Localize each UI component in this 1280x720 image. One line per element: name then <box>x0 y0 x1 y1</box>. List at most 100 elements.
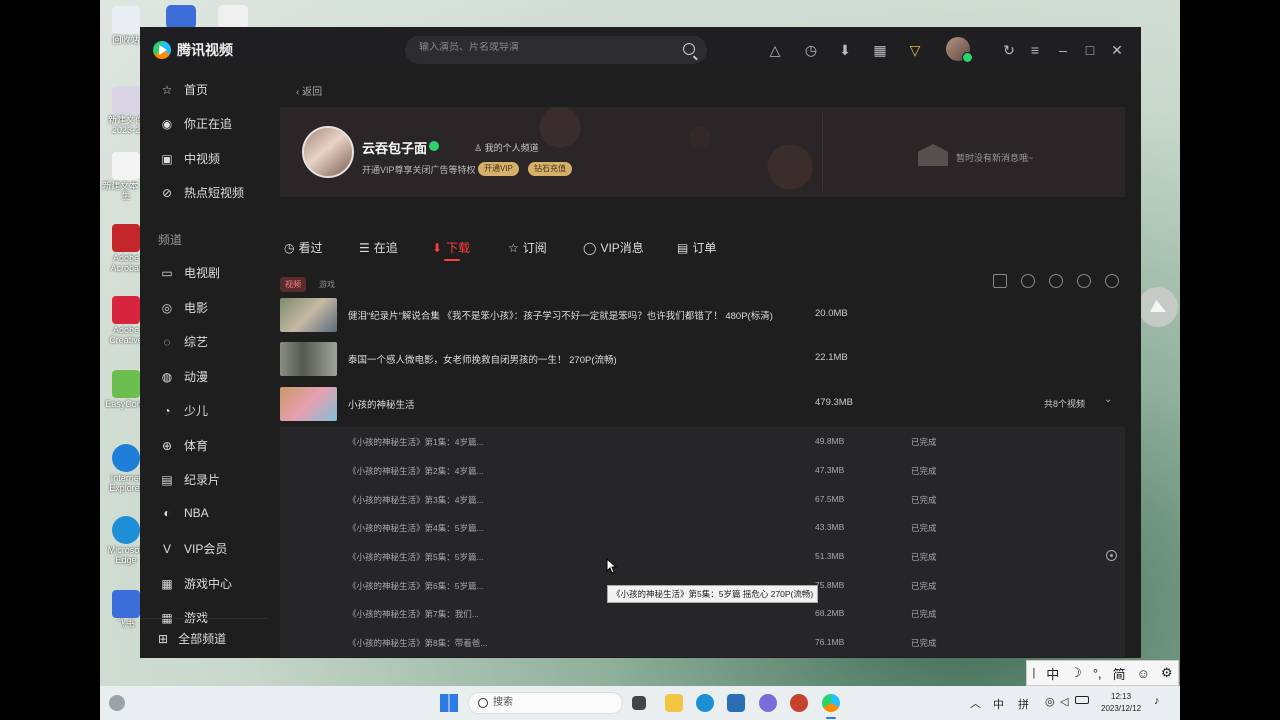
clock-time: 12:13 <box>1111 692 1132 701</box>
tab-orders[interactable]: ▤ 订单 <box>677 239 716 256</box>
file-explorer-icon[interactable] <box>665 694 683 712</box>
start-button-icon[interactable] <box>440 694 458 712</box>
sidebar-item-variety[interactable]: ◌ 综艺 <box>160 333 208 350</box>
store-icon[interactable] <box>727 694 745 712</box>
close-icon[interactable]: ✕ <box>1108 41 1126 59</box>
chevron-down-icon[interactable]: ⌄ <box>1104 394 1112 405</box>
back-link[interactable]: ‹ 返回 <box>296 83 322 98</box>
episode-row[interactable]: 《小孩的神秘生活》第7集：我们... 68.2MB 已完成 <box>280 599 1125 628</box>
back-label: 返回 <box>302 87 323 98</box>
sub-tab-game[interactable]: 游戏 <box>314 277 340 292</box>
tray-pinyin[interactable]: 拼 <box>1018 696 1029 712</box>
battery-icon[interactable] <box>1075 696 1089 704</box>
my-channel-link[interactable]: ♙ 我的个人频道 <box>474 141 539 154</box>
episode-row[interactable]: 《小孩的神秘生活》第1集：4岁篇... 49.8MB 已完成 <box>280 427 1125 456</box>
tab-following[interactable]: ☰ 在追 <box>359 239 398 256</box>
vip-diamond-icon[interactable]: ▽ <box>906 41 924 59</box>
sidebar-item-label: 首页 <box>184 83 209 97</box>
gamepad-icon[interactable]: ▦ <box>871 41 889 59</box>
sidebar-item-home[interactable]: ☆ 首页 <box>160 81 208 98</box>
download-icon[interactable]: ⬇ <box>836 41 854 59</box>
download-item[interactable]: 健泪“纪录片”解说合集 《我不是笨小孩》：孩子学习不好一定就是笨吗？也许我们都错… <box>280 293 1125 337</box>
sidebar-item-following[interactable]: ◉ 你正在追 <box>160 115 232 132</box>
start-all-icon[interactable] <box>1049 274 1063 288</box>
vip-tip-text: 开通VIP尊享关闭广告等特权 <box>362 165 476 175</box>
tab-vip-message[interactable]: ◯ VIP消息 <box>583 239 644 256</box>
taskbar-pinned-app-icon[interactable] <box>166 5 196 29</box>
notification-bell-icon[interactable]: ♪ <box>1154 695 1160 707</box>
play-icon[interactable] <box>1106 550 1117 561</box>
menu-icon[interactable]: ≡ <box>1026 41 1044 59</box>
sidebar-item-hot-short-video[interactable]: ⊘ 热点短视频 <box>160 184 244 201</box>
sub-tab-video[interactable]: 视频 <box>280 277 306 292</box>
widgets-icon[interactable] <box>109 695 125 711</box>
history-clock-icon[interactable]: ◷ <box>802 41 820 59</box>
punctuation-icon[interactable]: °, <box>1093 666 1102 681</box>
tencent-video-taskbar-icon[interactable] <box>822 694 840 712</box>
episode-row[interactable]: 《小孩的神秘生活》第3集：4岁篇... 67.5MB 已完成 <box>280 485 1125 514</box>
sidebar-item-movie[interactable]: ◎ 电影 <box>160 299 208 316</box>
edge-icon[interactable] <box>696 694 714 712</box>
all-channels-button[interactable]: ⊞ 全部频道 <box>140 618 268 658</box>
sidebar-item-tv-series[interactable]: ▭ 电视剧 <box>160 264 220 281</box>
floating-assistant-button[interactable] <box>1138 287 1178 327</box>
user-avatar[interactable] <box>946 37 973 63</box>
sidebar-item-sports[interactable]: ⊕ 体育 <box>160 437 208 454</box>
open-vip-button[interactable]: 开通VIP <box>478 162 519 176</box>
taskbar-search[interactable]: 搜索 <box>468 692 623 714</box>
taskbar-pinned-app-icon[interactable] <box>218 5 248 29</box>
profile-avatar[interactable] <box>302 126 354 178</box>
powerpoint-icon[interactable] <box>790 694 808 712</box>
sidebar-item-nba[interactable]: ◐ NBA <box>160 506 208 520</box>
settings-icon[interactable] <box>1021 274 1035 288</box>
search-input[interactable] <box>419 42 669 53</box>
creative-cloud-icon <box>112 296 140 324</box>
desktop-icon-label: Internet Explorer <box>109 473 143 493</box>
sidebar-item-mid-video[interactable]: ▣ 中视频 <box>160 150 220 167</box>
ime-handle[interactable]: | <box>1032 667 1035 679</box>
maximize-icon[interactable]: □ <box>1081 41 1099 59</box>
my-channel-label: 我的个人频道 <box>484 143 539 153</box>
tab-subscribe[interactable]: ☆ 订阅 <box>508 239 547 256</box>
moon-icon[interactable]: ☽ <box>1070 665 1082 681</box>
ime-mode-chinese[interactable]: 中 <box>1046 664 1059 683</box>
sidebar-item-vip[interactable]: V VIP会员 <box>160 540 227 557</box>
app-name: 腾讯视频 <box>177 42 233 58</box>
sidebar-item-game-center[interactable]: ▦ 游戏中心 <box>160 575 232 592</box>
minimize-icon[interactable]: – <box>1054 41 1072 59</box>
search-bar[interactable] <box>405 36 707 64</box>
network-icon[interactable]: ◎ <box>1045 695 1055 708</box>
copilot-icon[interactable] <box>759 694 777 712</box>
tab-download[interactable]: ⬇ 下载 <box>432 239 470 261</box>
delete-all-icon[interactable] <box>1105 274 1119 288</box>
diamond-recharge-button[interactable]: 钻石充值 <box>528 162 572 176</box>
settings-icon[interactable]: ⚙ <box>1161 665 1173 681</box>
episode-title: 《小孩的神秘生活》第2集：4岁篇... <box>348 466 484 476</box>
ime-toolbar: | 中 ☽ °, 简 ☺ ⚙ <box>1026 660 1179 686</box>
tab-watched[interactable]: ◷ 看过 <box>284 239 323 256</box>
sidebar-item-documentary[interactable]: ▤ 纪录片 <box>160 471 220 488</box>
pause-all-icon[interactable] <box>1077 274 1091 288</box>
search-icon[interactable] <box>683 43 695 55</box>
volume-icon[interactable]: ◁ <box>1060 695 1068 708</box>
emoji-icon[interactable]: ☺ <box>1137 666 1150 681</box>
episode-row[interactable]: 《小孩的神秘生活》第4集：5岁篇... 43.3MB 已完成 <box>280 513 1125 542</box>
sidebar-item-label: 纪录片 <box>184 473 221 487</box>
download-series-item[interactable]: 小孩的神秘生活 479.3MB 共8个视频 ⌄ <box>280 382 1125 426</box>
sidebar-item-kids[interactable]: ◔ 少儿 <box>160 402 208 419</box>
task-view-icon[interactable] <box>632 696 646 710</box>
game-triangle-icon[interactable]: △ <box>766 41 784 59</box>
chevron-up-icon[interactable]: ︿ <box>970 695 981 711</box>
ime-simplified[interactable]: 简 <box>1113 664 1126 683</box>
compass-icon: ⊘ <box>161 185 173 200</box>
episode-row[interactable]: 《小孩的神秘生活》第2集：4岁篇... 47.3MB 已完成 <box>280 456 1125 485</box>
folder-icon[interactable] <box>993 274 1007 288</box>
episode-row[interactable]: 《小孩的神秘生活》第8集：带着爸... 76.1MB 已完成 <box>280 628 1125 657</box>
refresh-icon[interactable]: ↻ <box>1000 41 1018 59</box>
app-logo[interactable]: 腾讯视频 <box>153 40 233 60</box>
episode-row[interactable]: 《小孩的神秘生活》第5集：5岁篇... 51.3MB 已完成 <box>280 542 1125 571</box>
download-item[interactable]: 泰国一个感人微电影，女老师挽救自闭男孩的一生！ 270P(流畅) 22.1MB <box>280 337 1125 381</box>
clock[interactable]: 12:13 2023/12/12 <box>1101 691 1141 715</box>
sidebar-item-anime[interactable]: ◍ 动漫 <box>160 368 208 385</box>
tray-lang[interactable]: 中 <box>993 696 1004 712</box>
